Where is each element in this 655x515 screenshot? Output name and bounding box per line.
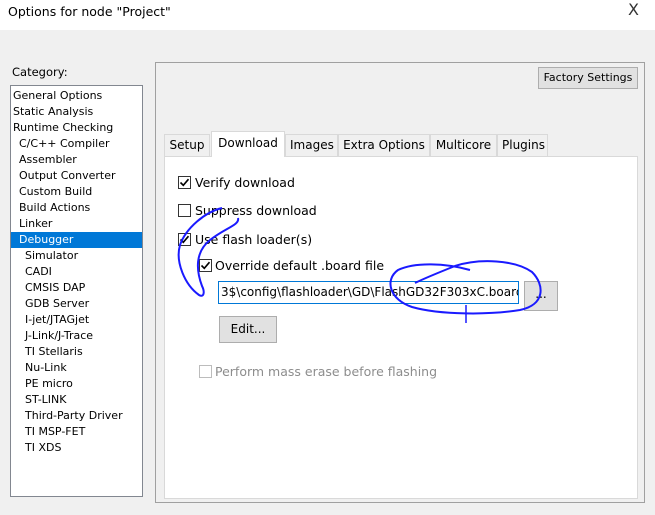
category-list[interactable]: General Options Static Analysis Runtime … xyxy=(10,85,143,497)
mass-erase-label: Perform mass erase before flashing xyxy=(215,364,438,379)
checkmark-icon xyxy=(200,261,211,270)
category-item-build-actions[interactable]: Build Actions xyxy=(11,200,142,216)
checkmark-icon xyxy=(179,178,190,187)
tab-download[interactable]: Download xyxy=(211,131,285,157)
override-board-file-label: Override default .board file xyxy=(215,258,385,273)
category-item-third-party-driver[interactable]: Third-Party Driver xyxy=(11,408,142,424)
window-title: Options for node "Project" xyxy=(8,4,171,19)
category-item-gdb-server[interactable]: GDB Server xyxy=(11,296,142,312)
tab-images[interactable]: Images xyxy=(285,134,338,156)
category-item-ti-xds[interactable]: TI XDS xyxy=(11,440,142,456)
category-item-general-options[interactable]: General Options xyxy=(11,88,142,104)
category-item-ti-stellaris[interactable]: TI Stellaris xyxy=(11,344,142,360)
category-item-custom-build[interactable]: Custom Build xyxy=(11,184,142,200)
close-icon[interactable]: X xyxy=(628,0,639,19)
category-item-cadi[interactable]: CADI xyxy=(11,264,142,280)
category-label: Category: xyxy=(12,65,68,79)
use-flash-loaders-label: Use flash loader(s) xyxy=(195,232,313,247)
category-item-jlink[interactable]: J-Link/J-Trace xyxy=(11,328,142,344)
category-item-debugger[interactable]: Debugger xyxy=(11,232,142,248)
category-item-cpp-compiler[interactable]: C/C++ Compiler xyxy=(11,136,142,152)
tab-multicore[interactable]: Multicore xyxy=(430,134,497,156)
category-item-nu-link[interactable]: Nu-Link xyxy=(11,360,142,376)
category-item-ijet[interactable]: I-jet/JTAGjet xyxy=(11,312,142,328)
tab-plugins[interactable]: Plugins xyxy=(497,134,548,156)
category-item-cmsis-dap[interactable]: CMSIS DAP xyxy=(11,280,142,296)
suppress-download-label: Suppress download xyxy=(195,203,317,218)
category-item-pe-micro[interactable]: PE micro xyxy=(11,376,142,392)
mass-erase-checkbox[interactable] xyxy=(199,365,212,378)
suppress-download-checkbox[interactable] xyxy=(178,204,191,217)
category-item-output-converter[interactable]: Output Converter xyxy=(11,168,142,184)
category-item-runtime-checking[interactable]: Runtime Checking xyxy=(11,120,142,136)
category-item-st-link[interactable]: ST-LINK xyxy=(11,392,142,408)
tab-setup[interactable]: Setup xyxy=(164,134,210,156)
title-bar: Options for node "Project" X xyxy=(0,0,655,30)
factory-settings-button[interactable]: Factory Settings xyxy=(538,67,638,89)
tab-extra-options[interactable]: Extra Options xyxy=(338,134,430,156)
category-item-assembler[interactable]: Assembler xyxy=(11,152,142,168)
edit-button[interactable]: Edit... xyxy=(219,316,277,343)
browse-button[interactable]: ... xyxy=(524,281,558,311)
override-board-file-checkbox[interactable] xyxy=(199,259,212,272)
use-flash-loaders-checkbox[interactable] xyxy=(178,233,191,246)
verify-download-checkbox[interactable] xyxy=(178,176,191,189)
category-item-simulator[interactable]: Simulator xyxy=(11,248,142,264)
category-item-static-analysis[interactable]: Static Analysis xyxy=(11,104,142,120)
board-file-path-input[interactable]: 3$\config\flashloader\GD\FlashGD32F303xC… xyxy=(218,281,519,304)
checkmark-icon xyxy=(179,235,190,244)
category-item-linker[interactable]: Linker xyxy=(11,216,142,232)
verify-download-label: Verify download xyxy=(195,175,295,190)
category-item-ti-msp-fet[interactable]: TI MSP-FET xyxy=(11,424,142,440)
